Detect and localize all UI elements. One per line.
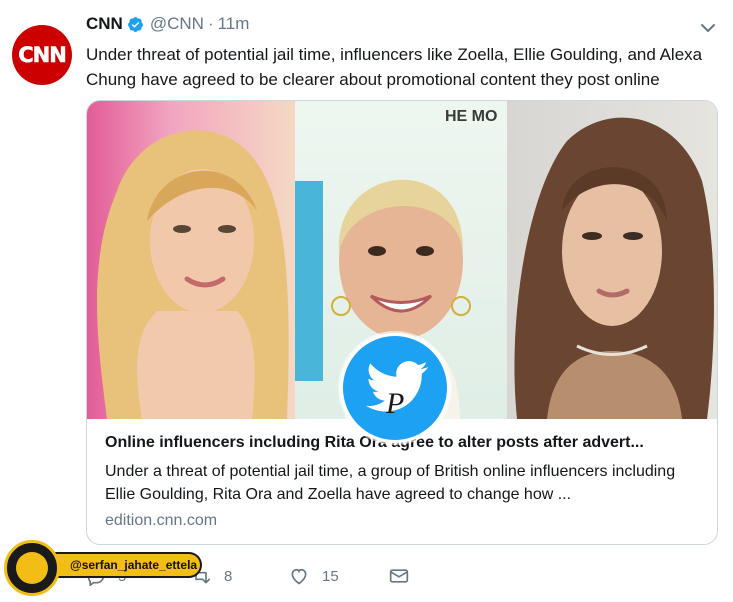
heart-icon [291,568,307,585]
watermark-handle-text: @serfan_jahate_ettela [70,558,198,572]
avatar[interactable]: CNN [12,25,72,85]
svg-text:P: P [385,387,404,420]
envelope-icon [389,569,409,583]
tweet-text: Under threat of potential jail time, inf… [86,45,703,89]
tweet-header: CNN @CNN · 11m [86,14,249,34]
channel-watermark: @serfan_jahate_ettela [0,538,210,602]
photo-right [507,101,717,419]
tweet[interactable]: CNN CNN @CNN · 11m Under threat of poten… [0,0,733,602]
card-description: Under a threat of potential jail time, a… [105,463,676,503]
watermark-handle: @serfan_jahate_ettela [52,552,202,578]
dm-action[interactable] [388,566,422,586]
card-domain[interactable]: edition.cnn.com [105,512,217,530]
svg-text:HE MO: HE MO [445,108,497,125]
watermark-logo-icon [4,540,60,596]
author-name[interactable]: CNN [86,14,123,34]
twitter-watermark-icon: P [340,333,450,443]
photo-left [87,101,295,419]
verified-badge-icon [127,16,143,32]
cnn-logo: CNN [18,43,67,68]
like-action[interactable]: 15 [288,566,339,586]
like-count: 15 [322,567,339,585]
author-handle[interactable]: @CNN [150,14,204,34]
tweet-timestamp[interactable]: 11m [218,14,250,34]
retweet-count: 8 [224,567,233,585]
separator-dot: · [207,14,214,33]
link-card[interactable]: HE MO Online influencers including Rita … [86,100,718,545]
watermark-logo-inner [16,552,48,584]
chevron-down-icon[interactable] [698,18,718,38]
